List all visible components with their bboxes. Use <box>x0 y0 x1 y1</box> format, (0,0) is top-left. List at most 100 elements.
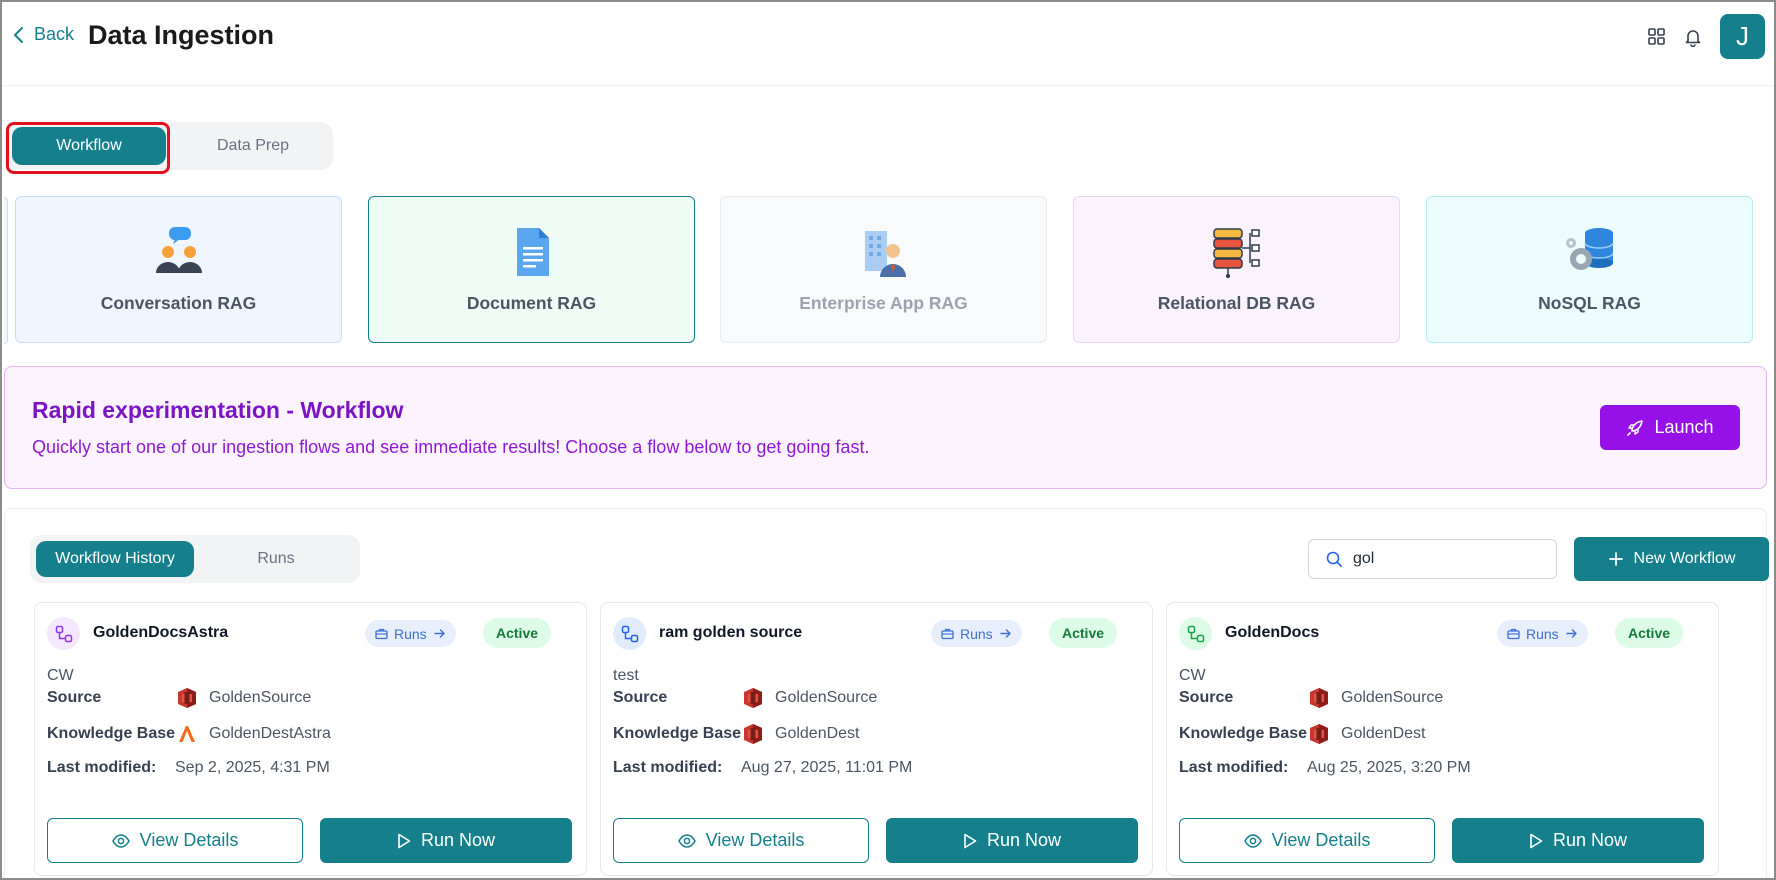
search-input[interactable] <box>1353 550 1553 568</box>
arrow-right-icon <box>1565 629 1577 638</box>
aws-s3-icon <box>741 686 765 710</box>
tab-workflow-history[interactable]: Workflow History <box>36 541 194 577</box>
rag-card-conversation[interactable]: Conversation RAG <box>15 196 342 343</box>
arrow-right-icon <box>999 629 1011 638</box>
aws-s3-icon <box>741 722 765 746</box>
runs-link[interactable]: Runs <box>365 620 456 647</box>
last-modified-value: Sep 2, 2025, 4:31 PM <box>175 759 330 777</box>
bell-icon[interactable] <box>1683 27 1703 47</box>
tab-workflow[interactable]: Workflow <box>12 127 166 165</box>
knowledge-base-value: GoldenDest <box>1307 722 1426 746</box>
workflow-card: GoldenDocsAstra Runs Active CW Source Go… <box>34 602 587 876</box>
workflow-icon <box>613 617 646 650</box>
knowledge-base-label: Knowledge Base <box>613 725 742 742</box>
knowledge-base-name: GoldenDest <box>1341 725 1426 742</box>
search-box <box>1308 539 1557 579</box>
rag-card-nosql[interactable]: NoSQL RAG <box>1426 196 1753 343</box>
play-icon <box>1530 833 1543 848</box>
mode-toggle: Workflow Data Prep <box>8 122 333 170</box>
banner-title: Rapid experimentation - Workflow <box>32 397 404 423</box>
history-toggle: Workflow History Runs <box>30 535 360 583</box>
run-now-label: Run Now <box>986 830 1062 850</box>
tab-data-prep[interactable]: Data Prep <box>178 127 328 165</box>
aws-s3-icon <box>175 686 199 710</box>
search-icon <box>1326 551 1342 567</box>
view-details-button[interactable]: View Details <box>613 818 869 863</box>
view-details-button[interactable]: View Details <box>47 818 303 863</box>
people-chat-icon <box>155 227 202 273</box>
workflow-description: CW <box>47 667 74 684</box>
flow-nodes-icon <box>55 625 72 642</box>
status-badge: Active <box>483 618 552 648</box>
launch-label: Launch <box>1654 417 1714 437</box>
view-details-label: View Details <box>705 830 805 850</box>
knowledge-base-name: GoldenDestAstra <box>209 725 331 742</box>
rocket-icon <box>1627 419 1644 436</box>
last-modified-value: Aug 25, 2025, 3:20 PM <box>1307 759 1471 777</box>
runs-label: Runs <box>394 625 427 642</box>
workflow-icon <box>1179 617 1212 650</box>
rag-card-relational-db[interactable]: Relational DB RAG <box>1073 196 1400 343</box>
run-now-label: Run Now <box>420 830 496 850</box>
last-modified-value: Aug 27, 2025, 11:01 PM <box>741 759 912 777</box>
runs-link[interactable]: Runs <box>931 620 1022 647</box>
knowledge-base-label: Knowledge Base <box>1179 725 1308 742</box>
last-modified-date: Sep 2, 2025, 4:31 PM <box>175 759 330 776</box>
last-modified-label: Last modified: <box>47 759 157 776</box>
rag-card-document[interactable]: Document RAG <box>368 196 695 343</box>
rag-scroll-edge <box>4 197 8 344</box>
run-now-button[interactable]: Run Now <box>886 818 1138 863</box>
eye-icon <box>1243 833 1262 848</box>
source-value: GoldenSource <box>741 686 877 710</box>
flow-nodes-icon <box>1187 625 1204 642</box>
play-icon <box>964 833 977 848</box>
view-details-label: View Details <box>139 830 239 850</box>
rag-label: Document RAG <box>466 293 597 313</box>
back-button[interactable]: Back <box>12 24 74 45</box>
source-name: GoldenSource <box>209 689 312 706</box>
rag-label: Relational DB RAG <box>1157 293 1316 313</box>
page-title: Data Ingestion <box>88 20 275 50</box>
workflow-description: test <box>613 667 639 684</box>
play-icon <box>398 833 411 848</box>
run-now-button[interactable]: Run Now <box>1452 818 1704 863</box>
rag-label: Enterprise App RAG <box>799 293 968 313</box>
source-name: GoldenSource <box>1341 689 1444 706</box>
new-workflow-button[interactable]: New Workflow <box>1574 537 1769 581</box>
chevron-left-icon <box>14 26 23 43</box>
workflow-card: ram golden source Runs Active test Sourc… <box>600 602 1153 876</box>
view-details-button[interactable]: View Details <box>1179 818 1435 863</box>
apps-grid-icon[interactable] <box>1647 27 1667 47</box>
last-modified-label: Last modified: <box>1179 759 1289 776</box>
banner-subtitle: Quickly start one of our ingestion flows… <box>32 437 870 457</box>
workflow-card: GoldenDocs Runs Active CW Source GoldenS… <box>1166 602 1719 876</box>
aws-s3-icon <box>1307 686 1331 710</box>
source-label: Source <box>1179 689 1234 706</box>
last-modified-label: Last modified: <box>613 759 723 776</box>
page-header: Back Data Ingestion J <box>0 0 1776 86</box>
knowledge-base-name: GoldenDest <box>775 725 860 742</box>
run-now-button[interactable]: Run Now <box>320 818 572 863</box>
plus-icon <box>1608 552 1623 566</box>
runs-link[interactable]: Runs <box>1497 620 1588 647</box>
last-modified-date: Aug 25, 2025, 3:20 PM <box>1307 759 1471 776</box>
knowledge-base-value: GoldenDestAstra <box>175 722 331 746</box>
rag-card-enterprise-app[interactable]: Enterprise App RAG <box>720 196 1047 343</box>
briefcase-icon <box>1507 628 1520 640</box>
launch-button[interactable]: Launch <box>1600 405 1740 450</box>
briefcase-icon <box>941 628 954 640</box>
source-value: GoldenSource <box>1307 686 1443 710</box>
workflow-name: GoldenDocs <box>1225 624 1320 641</box>
runs-label: Runs <box>1526 625 1559 642</box>
arrow-right-icon <box>433 629 445 638</box>
status-badge: Active <box>1049 618 1118 648</box>
source-name: GoldenSource <box>775 689 878 706</box>
enterprise-building-icon <box>864 231 906 277</box>
run-now-label: Run Now <box>1552 830 1628 850</box>
view-details-label: View Details <box>1271 830 1371 850</box>
astra-db-icon <box>175 722 199 746</box>
tab-runs[interactable]: Runs <box>206 541 346 577</box>
user-avatar[interactable]: J <box>1720 14 1765 59</box>
knowledge-base-value: GoldenDest <box>741 722 860 746</box>
runs-label: Runs <box>960 625 993 642</box>
